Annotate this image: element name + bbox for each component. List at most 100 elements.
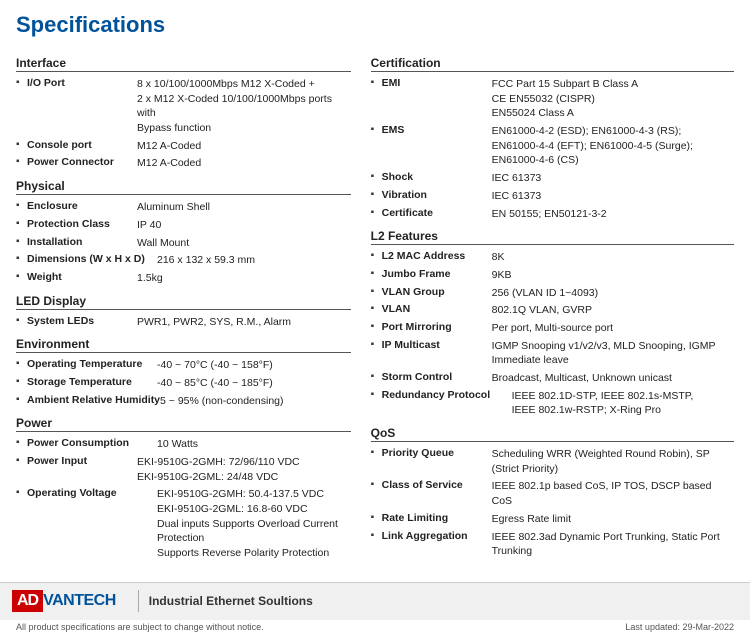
bullet-icon: ▪ [16,394,24,405]
spec-value: EKI-9510G-2GMH: 72/96/110 VDCEKI-9510G-2… [137,455,351,484]
spec-value: IEC 61373 [492,189,734,204]
spec-row: ▪Port MirroringPer port, Multi-source po… [371,321,734,336]
footer-tagline: Industrial Ethernet Soultions [149,594,313,608]
bullet-icon: ▪ [371,530,379,541]
spec-row: ▪Console portM12 A-Coded [16,139,351,154]
spec-value: Aluminum Shell [137,200,351,215]
section-title: Certification [371,56,734,72]
spec-value: EN 50155; EN50121-3-2 [492,207,734,222]
bullet-icon: ▪ [16,77,24,88]
footer-note-left: All product specifications are subject t… [16,622,264,632]
bullet-icon: ▪ [371,250,379,261]
spec-value: Egress Rate limit [492,512,734,527]
bullet-icon: ▪ [16,200,24,211]
bullet-icon: ▪ [16,139,24,150]
spec-value: -40 ~ 70°C (-40 ~ 158°F) [157,358,351,373]
spec-label: Power Input [27,455,137,467]
spec-value: 8 x 10/100/1000Mbps M12 X-Coded +2 x M12… [137,77,351,136]
spec-label: Installation [27,236,137,248]
spec-label: Jumbo Frame [382,268,492,280]
spec-row: ▪Storm ControlBroadcast, Multicast, Unkn… [371,371,734,386]
spec-label: Rate Limiting [382,512,492,524]
spec-label: VLAN [382,303,492,315]
spec-row: ▪ShockIEC 61373 [371,171,734,186]
bullet-icon: ▪ [371,512,379,523]
spec-label: Ambient Relative Humidity [27,394,160,406]
bullet-icon: ▪ [371,371,379,382]
spec-row: ▪Power ConnectorM12 A-Coded [16,156,351,171]
spec-label: Console port [27,139,137,151]
spec-row: ▪VLAN Group256 (VLAN ID 1~4093) [371,286,734,301]
spec-row: ▪Priority QueueScheduling WRR (Weighted … [371,447,734,476]
spec-label: Dimensions (W x H x D) [27,253,157,265]
bullet-icon: ▪ [371,479,379,490]
bullet-icon: ▪ [371,303,379,314]
spec-label: Priority Queue [382,447,492,459]
spec-row: ▪Power Consumption10 Watts [16,437,351,452]
spec-value: IEEE 802.3ad Dynamic Port Trunking, Stat… [492,530,734,559]
page-title: Specifications [16,12,734,38]
section-title: Power [16,416,351,432]
spec-label: I/O Port [27,77,137,89]
section: Power ▪Power Consumption10 Watts ▪ Power In… [16,416,351,561]
logo-vantech-text: VANTECH [43,592,116,610]
spec-row: ▪EMIFCC Part 15 Subpart B Class ACE EN55… [371,77,734,121]
spec-row: ▪EnclosureAluminum Shell [16,200,351,215]
bullet-icon: ▪ [16,156,24,167]
spec-label: Operating Temperature [27,358,157,370]
spec-label: Certificate [382,207,492,219]
spec-value: 256 (VLAN ID 1~4093) [492,286,734,301]
spec-row: ▪L2 MAC Address8K [371,250,734,265]
bullet-icon: ▪ [16,218,24,229]
spec-value: EN61000-4-2 (ESD); EN61000-4-3 (RS);EN61… [492,124,734,168]
bullet-icon: ▪ [371,447,379,458]
spec-row: ▪Storage Temperature-40 ~ 85°C (-40 ~ 18… [16,376,351,391]
spec-value: M12 A-Coded [137,139,351,154]
spec-row: ▪Link AggregationIEEE 802.3ad Dynamic Po… [371,530,734,559]
spec-label: VLAN Group [382,286,492,298]
spec-row: ▪CertificateEN 50155; EN50121-3-2 [371,207,734,222]
bullet-icon: ▪ [371,339,379,350]
spec-label: Shock [382,171,492,183]
footer: ADVANTECH Industrial Ethernet Soultions [0,582,750,620]
spec-row: ▪IP MulticastIGMP Snooping v1/v2/v3, MLD… [371,339,734,368]
spec-row: ▪InstallationWall Mount [16,236,351,251]
spec-label: EMI [382,77,492,89]
bullet-icon: ▪ [16,315,24,326]
spec-value: IEEE 802.1p based CoS, IP TOS, DSCP base… [492,479,734,508]
bullet-icon: ▪ [371,389,379,400]
spec-value: IEC 61373 [492,171,734,186]
spec-label: EMS [382,124,492,136]
spec-label: System LEDs [27,315,137,327]
spec-value: 9KB [492,268,734,283]
spec-row: ▪VLAN802.1Q VLAN, GVRP [371,303,734,318]
bullet-icon: ▪ [16,487,24,498]
section-title: L2 Features [371,229,734,245]
spec-row: ▪EMSEN61000-4-2 (ESD); EN61000-4-3 (RS);… [371,124,734,168]
spec-label: Redundancy Protocol [382,389,512,401]
footer-divider [138,590,139,612]
spec-value: IP 40 [137,218,351,233]
spec-value: Wall Mount [137,236,351,251]
footer-bottom: All product specifications are subject t… [0,620,750,636]
section: L2 Features▪L2 MAC Address8K▪Jumbo Frame… [371,229,734,418]
spec-value: M12 A-Coded [137,156,351,171]
spec-value: 1.5kg [137,271,351,286]
section: Certification ▪EMIFCC Part 15 Subpart B C… [371,56,734,221]
spec-row: ▪Weight1.5kg [16,271,351,286]
spec-value: Broadcast, Multicast, Unknown unicast [492,371,734,386]
spec-value: IEEE 802.1D-STP, IEEE 802.1s-MSTP,IEEE 8… [512,389,734,418]
spec-row: ▪Operating VoltageEKI-9510G-2GMH: 50.4-1… [16,487,351,560]
spec-value: FCC Part 15 Subpart B Class ACE EN55032 … [492,77,734,121]
spec-value: 802.1Q VLAN, GVRP [492,303,734,318]
bullet-icon: ▪ [371,286,379,297]
spec-row: ▪Operating Temperature-40 ~ 70°C (-40 ~ … [16,358,351,373]
section: Physical▪EnclosureAluminum Shell▪Protect… [16,179,351,285]
spec-value: -40 ~ 85°C (-40 ~ 185°F) [157,376,351,391]
spec-value: EKI-9510G-2GMH: 50.4-137.5 VDCEKI-9510G-… [157,487,351,560]
bullet-icon: ▪ [16,376,24,387]
spec-value: 10 Watts [157,437,351,452]
spec-row: ▪Rate LimitingEgress Rate limit [371,512,734,527]
spec-row: ▪Protection ClassIP 40 [16,218,351,233]
spec-row: ▪Redundancy ProtocolIEEE 802.1D-STP, IEE… [371,389,734,418]
